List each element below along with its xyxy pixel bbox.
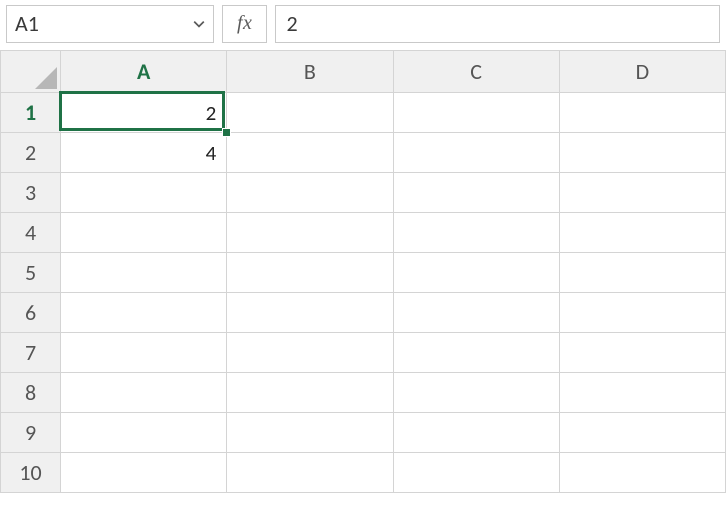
row-header-4[interactable]: 4 — [1, 213, 61, 253]
cell-D8[interactable] — [559, 373, 725, 413]
cell-C6[interactable] — [393, 293, 559, 333]
cell-D6[interactable] — [559, 293, 725, 333]
cell-C1[interactable] — [393, 93, 559, 133]
table-row: 9 — [1, 413, 726, 453]
cell-C9[interactable] — [393, 413, 559, 453]
cell-C7[interactable] — [393, 333, 559, 373]
cell-B10[interactable] — [227, 453, 393, 493]
cell-C2[interactable] — [393, 133, 559, 173]
fx-icon: fx — [237, 12, 252, 35]
select-all-triangle-icon — [35, 67, 57, 89]
column-header-B[interactable]: B — [227, 51, 393, 93]
cell-D10[interactable] — [559, 453, 725, 493]
grid-table: A B C D 1224345678910 — [0, 50, 726, 493]
cell-D3[interactable] — [559, 173, 725, 213]
row-header-9[interactable]: 9 — [1, 413, 61, 453]
cell-B7[interactable] — [227, 333, 393, 373]
insert-function-button[interactable]: fx — [222, 5, 267, 43]
chevron-down-icon[interactable] — [191, 18, 207, 30]
table-row: 6 — [1, 293, 726, 333]
table-row: 4 — [1, 213, 726, 253]
table-row: 8 — [1, 373, 726, 413]
cell-B1[interactable] — [227, 93, 393, 133]
cell-A8[interactable] — [61, 373, 227, 413]
row-header-8[interactable]: 8 — [1, 373, 61, 413]
name-box-value: A1 — [15, 10, 191, 37]
cell-C5[interactable] — [393, 253, 559, 293]
cell-B3[interactable] — [227, 173, 393, 213]
cell-A6[interactable] — [61, 293, 227, 333]
cell-C8[interactable] — [393, 373, 559, 413]
cell-D5[interactable] — [559, 253, 725, 293]
table-row: 7 — [1, 333, 726, 373]
cell-A4[interactable] — [61, 213, 227, 253]
table-row: 10 — [1, 453, 726, 493]
cell-D4[interactable] — [559, 213, 725, 253]
cell-D7[interactable] — [559, 333, 725, 373]
cell-D1[interactable] — [559, 93, 725, 133]
formula-input-value: 2 — [286, 10, 297, 37]
table-row: 12 — [1, 93, 726, 133]
select-all-corner[interactable] — [1, 51, 61, 93]
column-header-C[interactable]: C — [393, 51, 559, 93]
cell-A3[interactable] — [61, 173, 227, 213]
cell-A2[interactable]: 4 — [61, 133, 227, 173]
column-header-D[interactable]: D — [559, 51, 725, 93]
row-header-5[interactable]: 5 — [1, 253, 61, 293]
row-header-1[interactable]: 1 — [1, 93, 61, 133]
row-header-6[interactable]: 6 — [1, 293, 61, 333]
cell-B6[interactable] — [227, 293, 393, 333]
cell-A7[interactable] — [61, 333, 227, 373]
table-row: 24 — [1, 133, 726, 173]
cell-C4[interactable] — [393, 213, 559, 253]
cell-B2[interactable] — [227, 133, 393, 173]
spreadsheet-grid[interactable]: A B C D 1224345678910 — [0, 50, 726, 493]
cell-D2[interactable] — [559, 133, 725, 173]
cell-B9[interactable] — [227, 413, 393, 453]
table-row: 5 — [1, 253, 726, 293]
name-box[interactable]: A1 — [6, 5, 214, 43]
formula-bar: A1 fx 2 — [0, 0, 726, 50]
fill-handle[interactable] — [222, 128, 231, 137]
column-header-A[interactable]: A — [61, 51, 227, 93]
cell-C3[interactable] — [393, 173, 559, 213]
cell-A1[interactable]: 2 — [61, 93, 227, 133]
cell-A5[interactable] — [61, 253, 227, 293]
cell-D9[interactable] — [559, 413, 725, 453]
cell-A9[interactable] — [61, 413, 227, 453]
row-header-3[interactable]: 3 — [1, 173, 61, 213]
cell-B5[interactable] — [227, 253, 393, 293]
cell-C10[interactable] — [393, 453, 559, 493]
formula-input[interactable]: 2 — [275, 5, 720, 43]
table-row: 3 — [1, 173, 726, 213]
cell-A10[interactable] — [61, 453, 227, 493]
row-header-7[interactable]: 7 — [1, 333, 61, 373]
row-header-10[interactable]: 10 — [1, 453, 61, 493]
cell-B4[interactable] — [227, 213, 393, 253]
row-header-2[interactable]: 2 — [1, 133, 61, 173]
cell-B8[interactable] — [227, 373, 393, 413]
column-header-row: A B C D — [1, 51, 726, 93]
